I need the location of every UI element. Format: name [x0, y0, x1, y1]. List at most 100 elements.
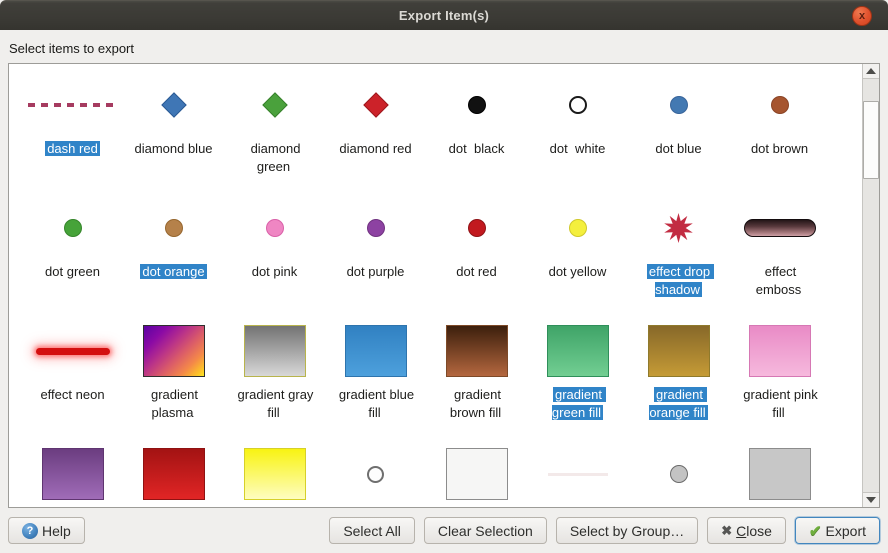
checkmark-icon: ✔ — [809, 522, 822, 540]
swatch-yellow-icon — [244, 448, 306, 500]
item-label: dot white — [548, 141, 608, 156]
style-item-gradient-blue-fill[interactable]: gradient blue fill — [325, 322, 426, 445]
window-close-button[interactable]: x — [852, 6, 872, 26]
item-label: dot black — [447, 141, 507, 156]
style-item-dot-red[interactable]: dot red — [426, 199, 527, 322]
style-item-swatch-gray[interactable] — [729, 445, 830, 507]
dot-gray-icon — [670, 465, 688, 483]
item-label: gradient plasma — [149, 387, 202, 420]
style-item-effect-emboss[interactable]: effect emboss — [729, 199, 830, 322]
dot-orange-icon — [165, 219, 183, 237]
select-all-button[interactable]: Select All — [329, 517, 415, 544]
dot-black-icon — [468, 96, 486, 114]
style-item-dot-pink[interactable]: dot pink — [224, 199, 325, 322]
items-listview: dash red diamond blue diamond green diam… — [8, 63, 880, 508]
item-label: diamond green — [249, 141, 305, 174]
dot-pink-icon — [266, 219, 284, 237]
style-item-line-faint[interactable] — [527, 445, 628, 507]
dot-green-icon — [64, 219, 82, 237]
dot-brown-icon — [771, 96, 789, 114]
style-item-ring-gray[interactable] — [325, 445, 426, 507]
item-label: gradient brown fill — [450, 387, 505, 420]
item-label: diamond blue — [132, 141, 214, 156]
swatch-gray-icon — [749, 448, 811, 500]
style-item-dot-white[interactable]: dot white — [527, 76, 628, 199]
select-by-group-label: Select by Group… — [570, 523, 684, 539]
style-item-effect-neon[interactable]: effect neon — [22, 322, 123, 445]
item-label: dot orange — [140, 264, 206, 279]
diamond-green-icon — [262, 92, 287, 117]
vertical-scrollbar[interactable] — [862, 64, 879, 507]
style-item-dot-orange[interactable]: dot orange — [123, 199, 224, 322]
diamond-red-icon — [363, 92, 388, 117]
star-red-icon — [664, 213, 694, 243]
swatch-white-icon — [446, 448, 508, 500]
item-label: dash red — [45, 141, 100, 156]
style-item-swatch-yellow[interactable] — [224, 445, 325, 507]
style-item-dot-purple[interactable]: dot purple — [325, 199, 426, 322]
select-items-label: Select items to export — [9, 41, 134, 56]
style-item-gradient-plasma[interactable]: gradient plasma — [123, 322, 224, 445]
item-label: dot brown — [749, 141, 810, 156]
arrow-down-icon — [866, 497, 876, 503]
gradient-brown-icon — [446, 325, 508, 377]
ring-gray-icon — [367, 466, 384, 483]
diamond-blue-icon — [161, 92, 186, 117]
clear-selection-label: Clear Selection — [438, 523, 533, 539]
window-title: Export Item(s) — [399, 8, 489, 23]
dash-red-icon — [28, 103, 118, 107]
style-item-dot-black[interactable]: dot black — [426, 76, 527, 199]
scroll-down-button[interactable] — [863, 492, 879, 507]
dot-yellow-icon — [569, 219, 587, 237]
close-button[interactable]: ✖ Close — [707, 517, 786, 544]
style-item-diamond-red[interactable]: diamond red — [325, 76, 426, 199]
neon-line-icon — [36, 348, 110, 355]
style-item-diamond-green[interactable]: diamond green — [224, 76, 325, 199]
style-item-diamond-blue[interactable]: diamond blue — [123, 76, 224, 199]
style-item-gradient-pink-fill[interactable]: gradient pink fill — [729, 322, 830, 445]
item-label: dot green — [43, 264, 102, 279]
item-label: gradient pink fill — [741, 387, 821, 420]
style-item-dot-gray[interactable] — [628, 445, 729, 507]
style-item-swatch-white[interactable] — [426, 445, 527, 507]
item-label: dot yellow — [547, 264, 609, 279]
help-button[interactable]: ? Help — [8, 517, 85, 544]
scrollbar-thumb[interactable] — [863, 101, 879, 179]
style-item-effect-drop-shadow[interactable]: effect drop shadow — [628, 199, 729, 322]
export-button[interactable]: ✔ Export — [795, 517, 880, 544]
gradient-green-icon — [547, 325, 609, 377]
scroll-up-button[interactable] — [863, 64, 879, 79]
help-button-label: Help — [42, 523, 71, 539]
line-faint-icon — [548, 473, 608, 476]
style-item-swatch-purple[interactable] — [22, 445, 123, 507]
style-item-dot-green[interactable]: dot green — [22, 199, 123, 322]
close-icon: x — [859, 11, 865, 22]
style-item-dot-blue[interactable]: dot blue — [628, 76, 729, 199]
export-button-label: Export — [826, 523, 866, 539]
gradient-plasma-icon — [143, 325, 205, 377]
style-item-gradient-green-fill[interactable]: gradient green fill — [527, 322, 628, 445]
item-label: effect emboss — [756, 264, 804, 297]
clear-selection-button[interactable]: Clear Selection — [424, 517, 547, 544]
item-label: gradient orange fill — [649, 387, 707, 420]
item-label: gradient gray fill — [236, 387, 318, 420]
item-label: diamond red — [337, 141, 413, 156]
style-item-gradient-gray-fill[interactable]: gradient gray fill — [224, 322, 325, 445]
select-by-group-button[interactable]: Select by Group… — [556, 517, 698, 544]
gradient-pink-icon — [749, 325, 811, 377]
style-item-dot-yellow[interactable]: dot yellow — [527, 199, 628, 322]
swatch-purple-icon — [42, 448, 104, 500]
gradient-blue-icon — [345, 325, 407, 377]
item-label: dot purple — [345, 264, 407, 279]
style-item-dot-brown[interactable]: dot brown — [729, 76, 830, 199]
style-item-gradient-orange-fill[interactable]: gradient orange fill — [628, 322, 729, 445]
item-label: effect drop shadow — [647, 264, 714, 297]
item-label: dot blue — [653, 141, 703, 156]
item-label: dot red — [454, 264, 498, 279]
style-item-gradient-brown-fill[interactable]: gradient brown fill — [426, 322, 527, 445]
style-item-swatch-red[interactable] — [123, 445, 224, 507]
style-item-dash-red[interactable]: dash red — [22, 76, 123, 199]
swatch-red-icon — [143, 448, 205, 500]
titlebar: Export Item(s) x — [0, 0, 888, 30]
arrow-up-icon — [866, 68, 876, 74]
